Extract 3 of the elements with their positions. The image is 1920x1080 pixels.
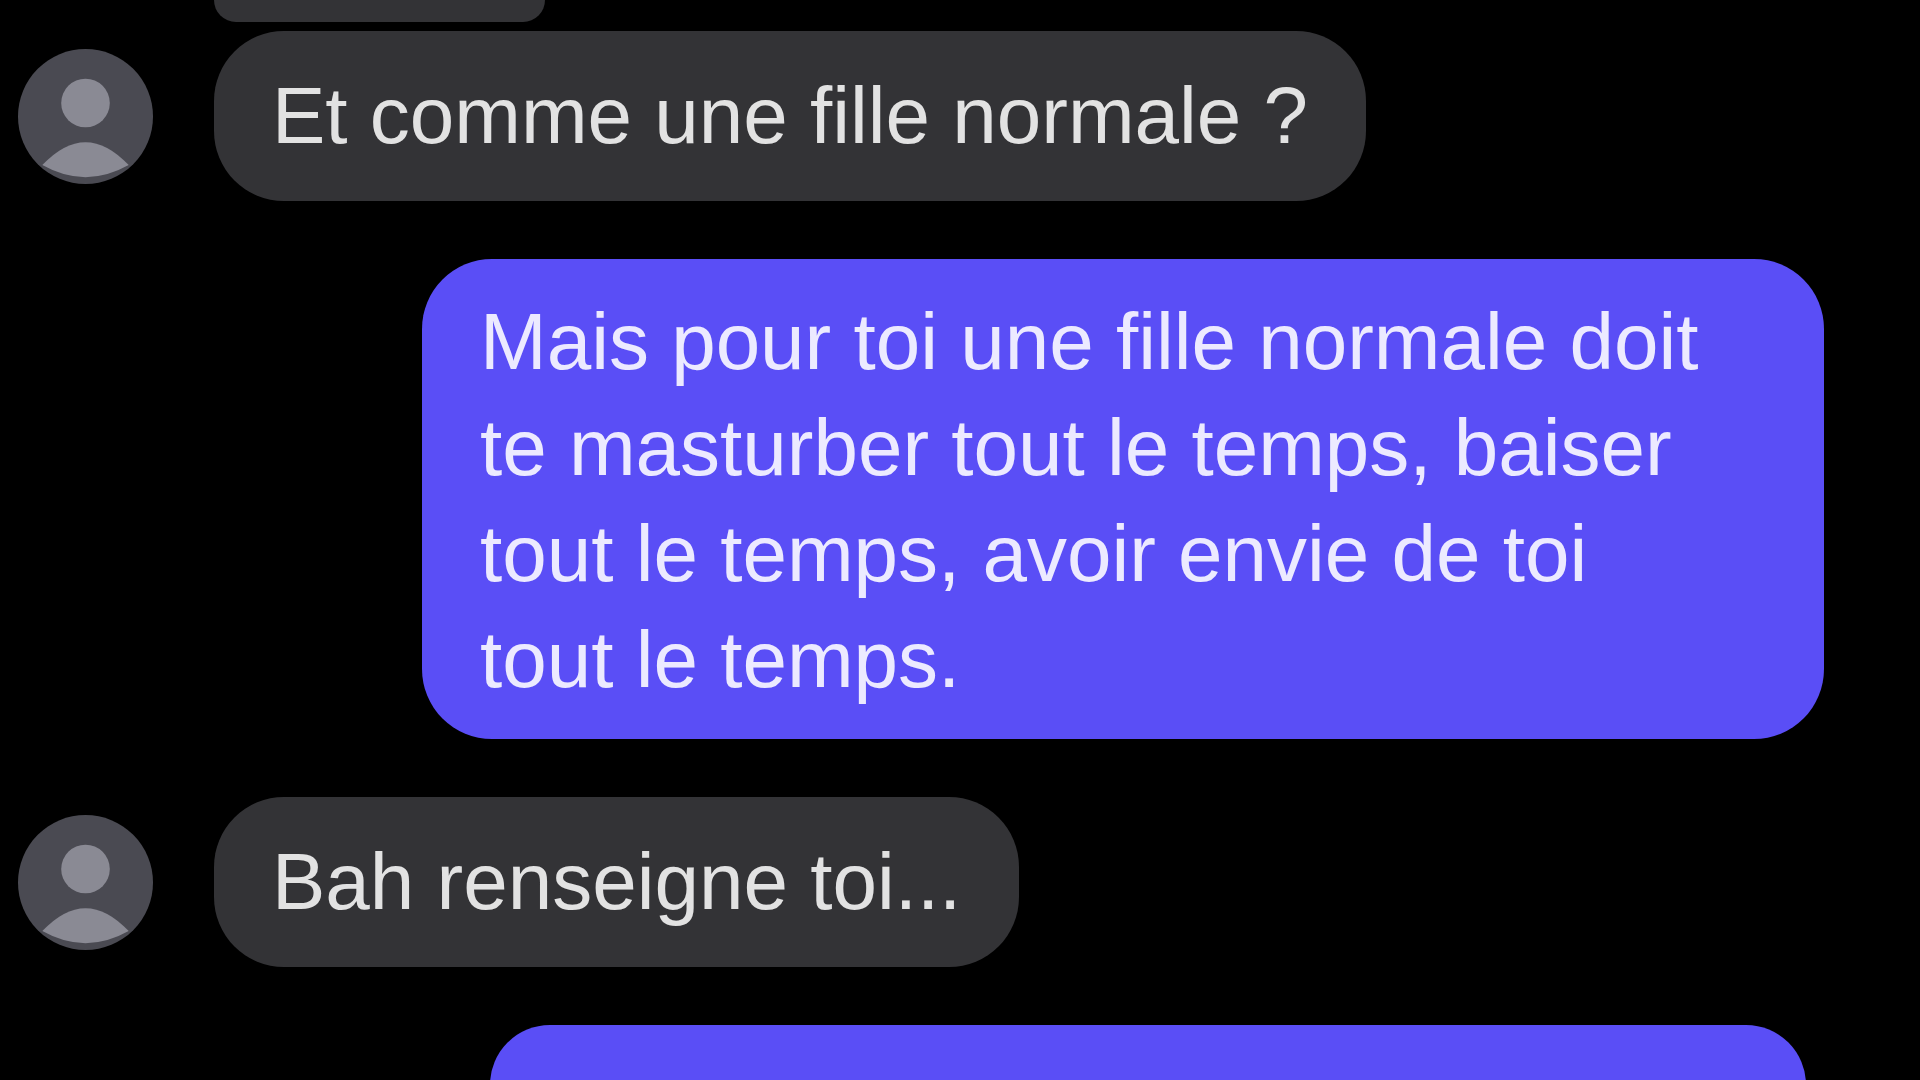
message-bubble: Bah renseigne toi... <box>214 797 1020 967</box>
message-bubble: Mais pour toi une fille normale doit te masturber tout le temps, baiser tout le temps, avoir envie de toi tout le temps. <box>422 259 1824 739</box>
message-bubble: Et comme une fille normale ? <box>214 31 1366 201</box>
